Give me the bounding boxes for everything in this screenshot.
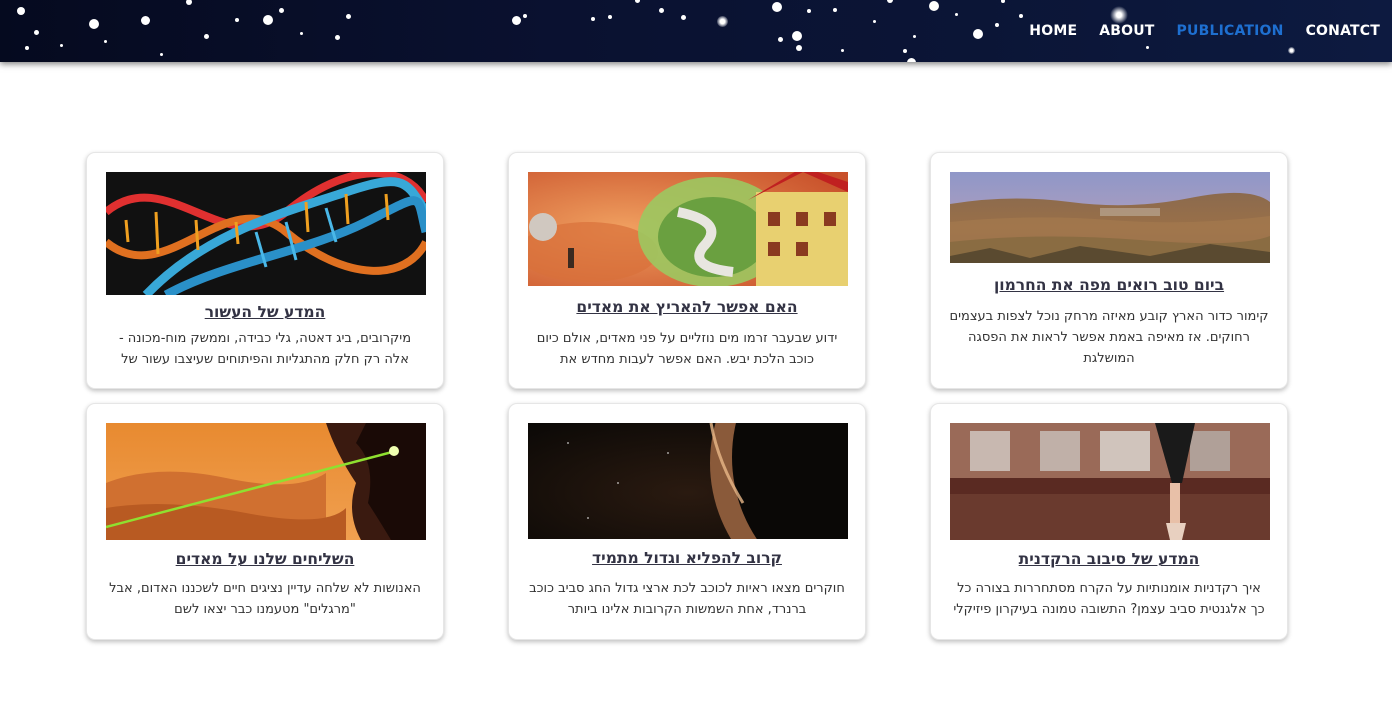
card-title[interactable]: השליחים שלנו על מאדים [97,550,433,568]
card-description: האנושות לא שלחה עדיין נציגים חיים לשכננו… [109,581,421,617]
card-description: ידוע שבעבר זרמו מים נוזליים על פני מאדים… [536,331,838,367]
main-nav: HOME ABOUT PUBLICATION CONATCT [1007,0,1380,62]
card-title[interactable]: האם אפשר להאריץ את מאדים [519,298,855,316]
site-header: HOME ABOUT PUBLICATION CONATCT [0,0,1392,62]
publication-card-dancer[interactable]: המדע של סיבוב הרקדנית איך רקדניות אומנות… [930,403,1288,640]
card-title[interactable]: המדע של העשור [97,303,433,321]
dna-picture [106,172,426,295]
card-description: חוקרים מצאו ראיות לכוכב לכת ארצי גדול הח… [529,581,845,617]
card-description: מיקרובים, ביג דאטה, גלי כבידה, וממשק מוח… [118,331,412,367]
mars-laser-image[interactable] [106,423,426,540]
card-title[interactable]: ביום טוב רואים מפה את החרמון [941,276,1277,294]
nav-publication[interactable]: PUBLICATION [1177,23,1284,39]
mars-terraform-image[interactable] [528,172,848,286]
dancer-picture [950,423,1270,540]
publication-card-mars-envoys[interactable]: השליחים שלנו על מאדים האנושות לא שלחה עד… [86,403,444,640]
planet-image[interactable] [528,423,848,539]
mars-laser-picture [106,423,426,540]
card-description: קימור כדור הארץ קובע מאיזה מרחק נוכל לצפ… [949,309,1269,366]
card-title[interactable]: קרוב להפליא וגדול מתמיד [519,549,855,567]
mars-terraform-picture [528,172,848,286]
nav-contact[interactable]: CONATCT [1306,23,1380,39]
landscape-image[interactable] [950,172,1270,263]
nav-home[interactable]: HOME [1029,23,1077,39]
publication-card-barnard-planet[interactable]: קרוב להפליא וגדול מתמיד חוקרים מצאו ראיו… [508,403,866,640]
nav-about[interactable]: ABOUT [1099,23,1154,39]
landscape-picture [950,172,1270,263]
publication-card-hermon[interactable]: ביום טוב רואים מפה את החרמון קימור כדור … [930,152,1288,389]
planet-picture [528,423,848,539]
publication-card-mars-terraform[interactable]: האם אפשר להאריץ את מאדים ידוע שבעבר זרמו… [508,152,866,389]
publication-card-science-decade[interactable]: המדע של העשור מיקרובים, ביג דאטה, גלי כב… [86,152,444,389]
dna-image[interactable] [106,172,426,295]
card-description: איך רקדניות אומנותיות על הקרח מסתחררות ב… [953,581,1265,617]
dancer-image[interactable] [950,423,1270,540]
card-title[interactable]: המדע של סיבוב הרקדנית [941,550,1277,568]
